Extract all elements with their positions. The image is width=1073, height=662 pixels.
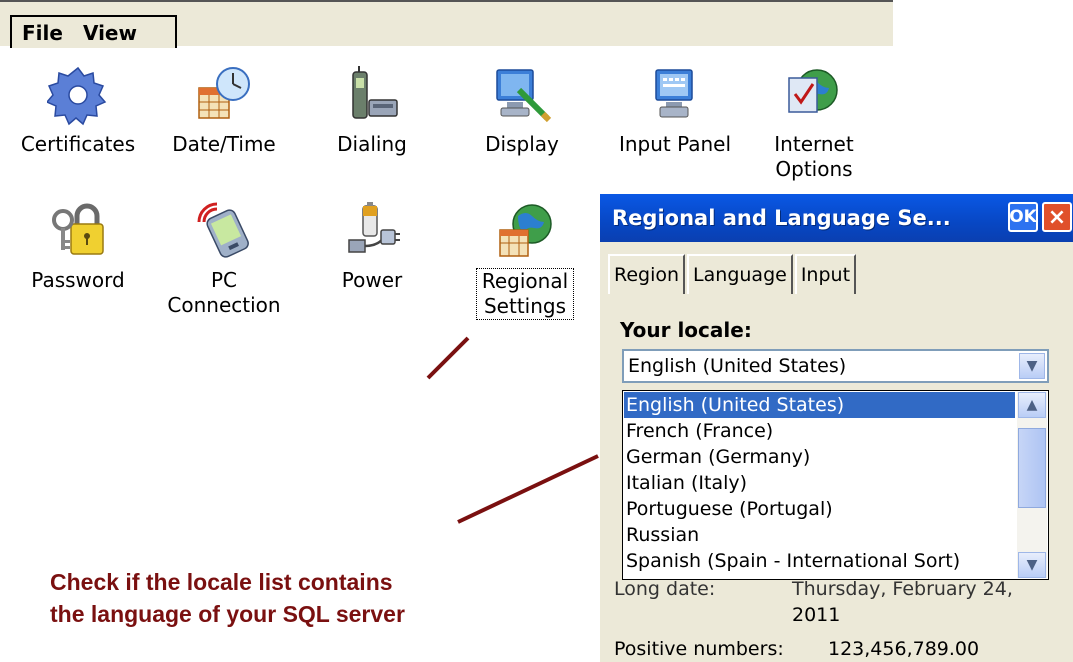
annotation-line-2: the language of your SQL server	[50, 601, 405, 627]
annotation-line-1: Check if the locale list contains	[50, 569, 393, 595]
annotation-arrow-regional	[426, 336, 470, 380]
annotation-arrow-locale	[457, 454, 599, 524]
annotation-arrows	[426, 336, 599, 524]
annotation-text: Check if the locale list contains the la…	[50, 566, 520, 630]
